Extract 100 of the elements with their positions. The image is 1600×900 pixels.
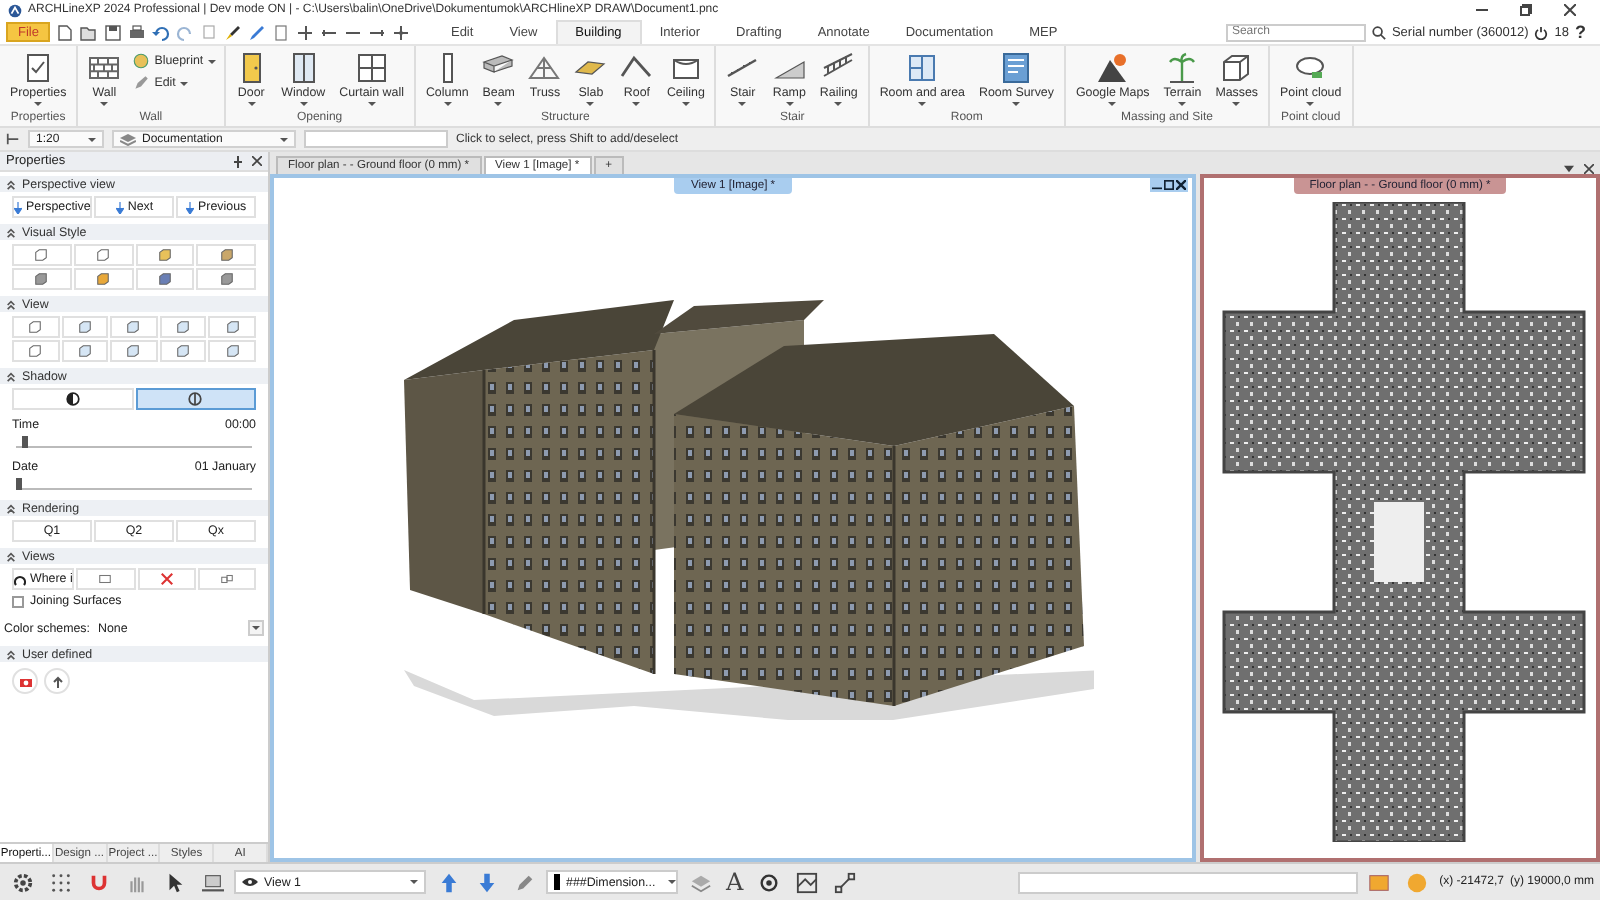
close-icon[interactable]	[1176, 180, 1186, 190]
cube-icon	[1220, 52, 1253, 84]
view-style-button[interactable]	[135, 268, 195, 290]
line-style-swatch-icon	[554, 874, 560, 890]
caret-icon	[681, 102, 690, 106]
view-button[interactable]	[76, 568, 136, 590]
caret-icon	[494, 102, 503, 106]
pen-icon	[513, 871, 535, 893]
caret-icon	[1108, 102, 1117, 106]
view-style-button[interactable]	[135, 244, 195, 266]
magnet-icon	[87, 871, 109, 893]
cloud-icon	[1294, 52, 1327, 84]
caret-icon	[252, 626, 260, 630]
slider-thumb[interactable]	[21, 436, 28, 448]
clipboard-icon[interactable]	[272, 23, 291, 41]
arc-icon	[14, 573, 26, 585]
view-style-button[interactable]	[159, 316, 207, 338]
print-icon[interactable]	[128, 23, 147, 41]
command-field[interactable]	[304, 130, 448, 148]
input-field[interactable]	[1017, 871, 1358, 893]
dropdown-button[interactable]	[248, 620, 264, 636]
view-style-button[interactable]	[159, 340, 207, 362]
pencil-icon	[132, 74, 151, 92]
text-style-button[interactable]: A	[722, 868, 748, 896]
view-style-button[interactable]	[61, 316, 109, 338]
user-view-button[interactable]	[12, 668, 38, 694]
close-icon[interactable]	[1584, 164, 1594, 174]
caret-icon	[834, 102, 843, 106]
view-button[interactable]	[197, 568, 256, 590]
undo-icon[interactable]	[152, 23, 171, 41]
slider-track[interactable]	[16, 478, 252, 490]
user-view-button[interactable]	[44, 668, 70, 694]
view-style-button[interactable]	[73, 244, 133, 266]
caret-icon	[367, 102, 376, 106]
up-arrow-icon	[437, 871, 459, 893]
connect-nodes-icon	[834, 871, 857, 893]
scale-icon[interactable]	[6, 132, 20, 146]
brick-wall-icon	[88, 52, 121, 84]
tab-list-icon[interactable]	[1564, 164, 1574, 174]
grid-icon	[49, 871, 71, 893]
caret-icon	[586, 102, 595, 106]
close-icon[interactable]	[1564, 4, 1576, 16]
laptop-icon	[201, 871, 223, 893]
view-style-button[interactable]	[110, 316, 158, 338]
caret-icon	[247, 102, 256, 106]
truss-icon	[528, 52, 561, 84]
view-style-button[interactable]	[208, 340, 256, 362]
upload-icon	[49, 673, 65, 689]
power-icon[interactable]	[1534, 25, 1549, 39]
eye-target-icon	[758, 871, 781, 893]
chevron-up-icon	[6, 227, 16, 237]
view-style-button[interactable]	[208, 316, 256, 338]
pin-icon[interactable]	[232, 155, 244, 167]
maximize-icon[interactable]	[1164, 180, 1174, 190]
window-icon	[287, 52, 320, 84]
caret-icon	[1012, 102, 1021, 106]
view-style-button[interactable]	[61, 340, 109, 362]
layers-icon	[689, 871, 711, 893]
view-style-button[interactable]	[12, 244, 72, 266]
chevron-up-icon	[6, 299, 16, 309]
view-style-button[interactable]	[12, 316, 60, 338]
search-icon[interactable]	[1371, 25, 1386, 39]
view-button[interactable]	[137, 568, 196, 590]
checkbox[interactable]	[12, 595, 24, 607]
layers-icon	[120, 132, 136, 146]
move-icon[interactable]	[392, 23, 411, 41]
view-style-button[interactable]	[73, 268, 133, 290]
camera-icon	[98, 572, 113, 586]
minimize-icon[interactable]	[1476, 4, 1488, 16]
caret-icon	[918, 102, 927, 106]
caret-icon	[667, 880, 676, 884]
caret-icon	[88, 137, 96, 141]
view-style-button[interactable]	[110, 340, 158, 362]
help-button[interactable]: ?	[1575, 22, 1586, 42]
view-style-button[interactable]	[12, 340, 60, 362]
room-survey-icon	[1000, 52, 1033, 84]
chevron-up-icon	[6, 649, 16, 659]
caret-icon	[738, 102, 747, 106]
caret-icon	[34, 102, 43, 106]
caret-icon	[1232, 102, 1241, 106]
caret-icon	[280, 137, 288, 141]
brush-icon[interactable]	[224, 23, 243, 41]
view-style-button[interactable]	[196, 244, 256, 266]
close-icon[interactable]	[252, 156, 262, 166]
caret-icon	[632, 102, 641, 106]
map-icon	[796, 871, 819, 893]
view-style-button[interactable]	[196, 268, 256, 290]
line-tool-icon[interactable]	[296, 23, 315, 41]
slider-thumb[interactable]	[16, 478, 23, 490]
view-style-button[interactable]	[12, 268, 72, 290]
caret-icon	[1178, 102, 1187, 106]
save-icon[interactable]	[104, 23, 123, 41]
caret-icon	[299, 102, 308, 106]
eye-icon	[242, 876, 258, 888]
arrow-icon	[186, 201, 195, 213]
slider-track[interactable]	[16, 436, 252, 448]
panel-icon	[1368, 871, 1391, 893]
room-icon	[906, 52, 939, 84]
caret-icon	[443, 102, 452, 106]
restore-icon[interactable]	[1520, 4, 1532, 16]
